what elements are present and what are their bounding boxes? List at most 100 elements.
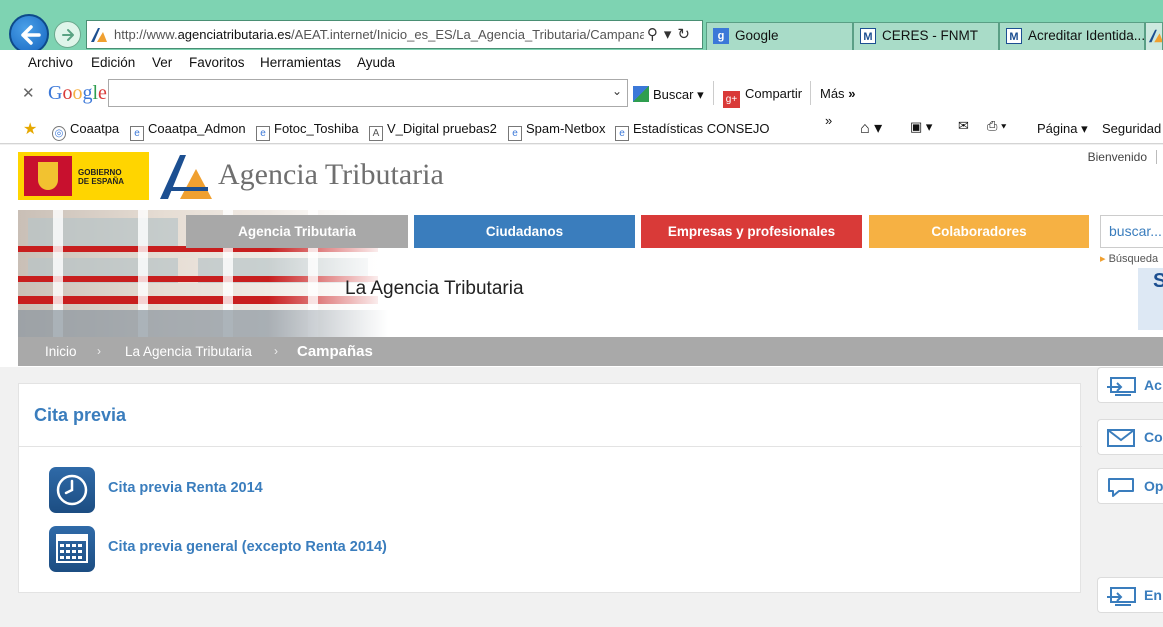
favorite-coaatpa[interactable]: ◎ Coaatpa <box>52 121 119 141</box>
address-bar[interactable]: http://www.agenciatributaria.es/AEAT.int… <box>86 20 703 49</box>
welcome-text: Bienvenido <box>1087 150 1147 164</box>
side-promo-card[interactable]: S <box>1138 268 1163 330</box>
breadcrumb-separator-icon: › <box>97 344 101 358</box>
more-label: Más <box>820 86 845 101</box>
google-logo: Google <box>48 82 107 104</box>
aeat-logo-icon[interactable] <box>158 151 214 201</box>
gov-logo-text: GOBIERNO DE ESPAÑA <box>78 168 124 186</box>
ie-page-icon: e <box>508 126 522 141</box>
side-button-opinion[interactable]: Opi <box>1097 468 1163 504</box>
fnmt-favicon-icon: M <box>1006 28 1022 44</box>
tab-acreditar-identidad[interactable]: M Acreditar Identida... <box>999 22 1145 50</box>
search-hint-link[interactable]: Búsqueda <box>1100 252 1159 265</box>
search-icon[interactable]: ⚲ <box>647 26 664 43</box>
rss-feed-icon[interactable]: ▣ ▾ <box>910 119 932 135</box>
gov-logo-line: DE ESPAÑA <box>78 177 125 186</box>
nav-ciudadanos[interactable]: Ciudadanos <box>414 215 635 248</box>
close-icon[interactable]: ✕ <box>22 84 35 102</box>
site-search-input[interactable]: buscar... <box>1100 215 1163 248</box>
calendar-icon <box>49 526 95 572</box>
favorites-star-icon[interactable]: ★ <box>23 119 37 139</box>
back-button[interactable] <box>9 14 49 54</box>
nav-colaboradores[interactable]: Colaboradores <box>869 215 1089 248</box>
triangle-page-icon: A <box>369 126 383 141</box>
toolbar-divider <box>713 81 714 105</box>
favorite-label: Coaatpa_Admon <box>148 121 246 136</box>
refresh-icon[interactable]: ↻ <box>677 26 696 43</box>
tab-label: Google <box>735 28 779 43</box>
mail-icon[interactable]: ✉ <box>958 118 969 134</box>
link-label: Cita previa Renta 2014 <box>108 480 263 496</box>
gobierno-de-espana-logo[interactable]: GOBIERNO DE ESPAÑA <box>18 152 149 200</box>
menu-bar: Archivo Edición Ver Favoritos Herramient… <box>0 50 1163 75</box>
favorites-bar: ★ ◎ Coaatpa e Coaatpa_Admon e Fotoc_Toshiba… <box>0 112 1163 144</box>
breadcrumb-current: Campañas <box>297 343 373 360</box>
google-search-input[interactable]: ⌄ <box>108 79 628 107</box>
print-icon[interactable]: ⎙ ▾ <box>987 118 1006 134</box>
menu-favoritos[interactable]: Favoritos <box>189 55 245 70</box>
share-button[interactable]: g+ Compartir <box>723 86 802 108</box>
tab-google[interactable]: g Google <box>706 22 853 50</box>
nav-empresas-profesionales[interactable]: Empresas y profesionales <box>641 215 862 248</box>
favorite-label: Fotoc_Toshiba <box>274 121 359 136</box>
banner-title: La Agencia Tributaria <box>345 278 524 299</box>
address-tools: ⚲▾↻ <box>647 21 696 48</box>
menu-ver[interactable]: Ver <box>152 55 172 70</box>
favorite-v-digital[interactable]: A V_Digital pruebas2 <box>369 121 497 141</box>
home-icon[interactable]: ⌂ ▾ <box>860 118 882 138</box>
link-label: Cita previa general (excepto Renta 2014) <box>108 539 387 555</box>
nav-label: Agencia Tributaria <box>238 224 356 239</box>
arrow-right-icon <box>62 29 74 41</box>
chevron-down-icon[interactable]: ⌄ <box>612 84 622 98</box>
side-button-contact[interactable]: Co <box>1097 419 1163 455</box>
monitor-arrow-icon <box>1107 377 1136 396</box>
breadcrumb-agencia-tributaria[interactable]: La Agencia Tributaria <box>125 344 252 359</box>
page-menu[interactable]: Página ▾ <box>1037 121 1088 137</box>
favorite-fotoc-toshiba[interactable]: e Fotoc_Toshiba <box>256 121 359 141</box>
browser-title-bar: http://www.agenciatributaria.es/AEAT.int… <box>0 0 1163 54</box>
side-button-label: Opi <box>1144 478 1163 494</box>
favorite-coaatpa-admon[interactable]: e Coaatpa_Admon <box>130 121 246 141</box>
share-label: Compartir <box>745 86 803 101</box>
favorite-estadisticas[interactable]: e Estadísticas CONSEJO <box>615 121 770 141</box>
double-chevron-right-icon: » <box>848 86 856 101</box>
favorite-label: Coaatpa <box>70 121 120 136</box>
tab-active[interactable] <box>1145 22 1163 50</box>
security-menu[interactable]: Seguridad <box>1102 121 1161 136</box>
google-search-button[interactable]: Buscar ▾ <box>633 86 704 103</box>
menu-herramientas[interactable]: Herramientas <box>260 55 341 70</box>
tab-ceres-fnmt[interactable]: M CERES - FNMT <box>853 22 999 50</box>
card-divider <box>19 446 1082 447</box>
google-colored-icon <box>633 86 649 102</box>
favorites-overflow-chevron-icon[interactable]: » <box>825 113 832 128</box>
side-button-access[interactable]: Ac <box>1097 367 1163 403</box>
tab-label: CERES - FNMT <box>882 28 978 43</box>
clock-icon <box>49 467 95 513</box>
menu-ayuda[interactable]: Ayuda <box>357 55 395 70</box>
nav-label: Ciudadanos <box>485 224 564 239</box>
favorite-label: Spam-Netbox <box>526 121 606 136</box>
nav-label: Colaboradores <box>931 224 1027 239</box>
breadcrumb-inicio[interactable]: Inicio <box>45 344 77 359</box>
hero-banner: Agencia Tributaria Ciudadanos Empresas y… <box>18 210 1163 337</box>
chevron-down-icon[interactable]: ▾ <box>664 26 678 43</box>
header-divider <box>1156 150 1157 164</box>
google-toolbar: ✕ Google ⌄ Buscar ▾ g+ Compartir Más » <box>0 75 1163 112</box>
ie-page-icon: e <box>256 126 270 141</box>
favorite-spam-netbox[interactable]: e Spam-Netbox <box>508 121 605 141</box>
forward-button[interactable] <box>54 21 81 48</box>
aeat-favicon-icon <box>91 28 107 42</box>
breadcrumb: Inicio › La Agencia Tributaria › Campaña… <box>18 337 1163 366</box>
favorite-label: V_Digital pruebas2 <box>387 121 497 136</box>
google-plus-icon: g+ <box>723 91 740 108</box>
menu-archivo[interactable]: Archivo <box>28 55 73 70</box>
menu-edicion[interactable]: Edición <box>91 55 135 70</box>
side-button-enter[interactable]: En <box>1097 577 1163 613</box>
gov-logo-line: GOBIERNO <box>78 168 122 177</box>
nav-agencia-tributaria[interactable]: Agencia Tributaria <box>186 215 408 248</box>
favorite-label: Estadísticas CONSEJO <box>633 121 770 136</box>
agencia-tributaria-brand[interactable]: Agencia Tributaria <box>218 158 444 192</box>
coat-of-arms-icon <box>24 156 72 196</box>
breadcrumb-separator-icon: › <box>274 344 278 358</box>
more-button[interactable]: Más » <box>820 86 855 101</box>
